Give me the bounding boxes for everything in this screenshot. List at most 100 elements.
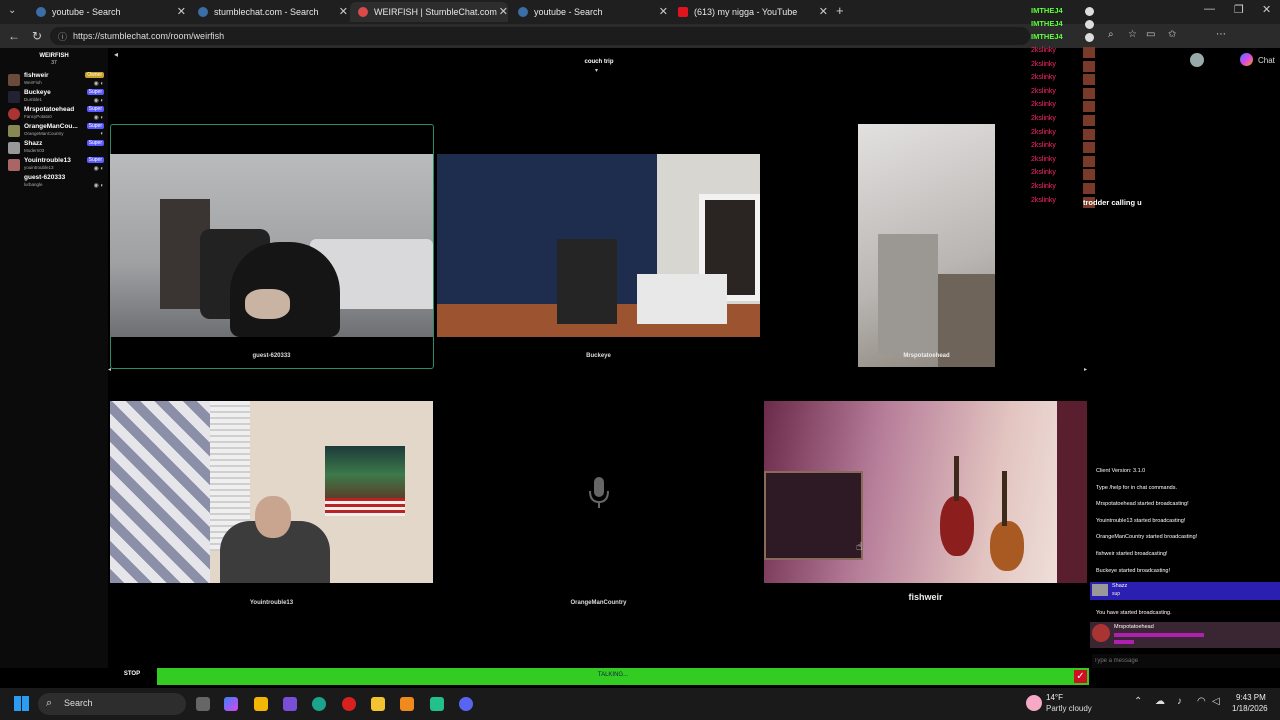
system-message: Mrspotatoehead started broadcasting! <box>1096 501 1189 507</box>
avatar <box>1083 101 1095 113</box>
site-info-icon[interactable]: ⓘ <box>58 30 67 43</box>
user-list-item[interactable]: Buckeye Dumble1 Super ◉ ◐ <box>6 89 106 106</box>
talking-bar[interactable]: TALKING... ✓ <box>157 668 1089 685</box>
maximize-icon[interactable]: ❐ <box>1234 3 1244 16</box>
avatar <box>1083 60 1095 72</box>
weather-icon <box>1026 695 1042 711</box>
user-list-item[interactable]: Mrspotatoehead FancyPotato0 Super ◉ ◐ <box>6 106 106 123</box>
cam-label: Buckeye <box>586 353 611 359</box>
checkbox-icon[interactable]: ✓ <box>1074 670 1087 683</box>
url-field[interactable]: ⓘ https://stumblechat.com/room/weirfish <box>50 27 1030 45</box>
avatar <box>1085 33 1094 42</box>
user-name: fishweir <box>24 72 49 79</box>
app-icon[interactable] <box>283 697 297 711</box>
onedrive-icon[interactable]: ☁ <box>1155 696 1165 707</box>
overlay-pink-line: 2kslinky <box>1031 60 1056 68</box>
browser-tab[interactable]: youtube - Search ✕ <box>510 2 668 22</box>
avatar <box>1085 7 1094 16</box>
split-screen-icon[interactable]: ▭ <box>1146 29 1155 40</box>
avatar <box>8 159 20 171</box>
user-list-item[interactable]: Youintrouble13 youintrouble13 Super ◉ ◐ <box>6 157 106 174</box>
close-tab-icon[interactable]: ✕ <box>177 5 186 18</box>
profile-avatar[interactable] <box>1190 53 1204 67</box>
video-feed[interactable] <box>110 154 433 337</box>
topic-dropdown-icon[interactable]: ▾ <box>595 67 598 74</box>
favorites-bar-icon[interactable]: ✩ <box>1168 29 1176 40</box>
system-message: OrangeManCountry started broadcasting! <box>1096 534 1198 540</box>
back-icon[interactable]: ← <box>8 29 20 43</box>
browser-tab[interactable]: stumblechat.com - Search ✕ <box>190 2 348 22</box>
copilot-icon[interactable] <box>224 697 238 711</box>
overlay-pink-line: 2kslinky <box>1031 169 1056 177</box>
user-list-item[interactable]: fishweir WeirFish Owner ◉ ◐ <box>6 72 106 89</box>
avatar <box>1083 169 1095 181</box>
avatar <box>1083 47 1095 58</box>
weather-desc[interactable]: Partly cloudy <box>1046 704 1092 713</box>
favorite-icon[interactable]: ☆ <box>1128 29 1137 40</box>
more-options-icon[interactable]: ⋯ <box>1216 29 1226 40</box>
discord-icon[interactable] <box>459 697 473 711</box>
volume-icon[interactable]: ◁ <box>1212 696 1220 707</box>
prev-page-arrow-icon[interactable]: ◂ <box>108 366 111 373</box>
user-list-item[interactable]: OrangeManCou... OrangeManCountry Super ◐ <box>6 123 106 140</box>
browser-tab-active[interactable]: WEIRFISH | StumbleChat.com ✕ <box>350 2 508 22</box>
next-page-arrow-icon[interactable]: ▸ <box>1084 366 1087 373</box>
mic-icon[interactable]: ♪ <box>1177 696 1182 707</box>
message-text: sup <box>1112 591 1121 597</box>
user-list-item[interactable]: guest-620333 lurbangle ◉ ◐ <box>6 174 106 191</box>
task-view-icon[interactable] <box>196 697 210 711</box>
video-feed[interactable] <box>437 154 760 337</box>
chat-button[interactable]: Chat <box>1258 56 1275 65</box>
edge-icon[interactable] <box>312 697 326 711</box>
refresh-icon[interactable]: ↻ <box>32 29 42 43</box>
user-list-item[interactable]: Shazz Modern03 Super <box>6 140 106 157</box>
close-tab-icon[interactable]: ✕ <box>339 5 348 18</box>
tab-title: stumblechat.com - Search <box>214 7 319 17</box>
app-icon[interactable] <box>430 697 444 711</box>
app-icon[interactable] <box>342 697 356 711</box>
video-feed[interactable] <box>110 401 433 583</box>
zoom-icon[interactable]: ⌕ <box>1108 29 1114 40</box>
close-tab-icon[interactable]: ✕ <box>499 5 508 18</box>
weather-temp[interactable]: 14°F <box>1046 693 1063 702</box>
video-feed[interactable] <box>858 124 995 367</box>
copilot-icon[interactable] <box>1240 53 1253 66</box>
browser-tab[interactable]: (613) my nigga - YouTube ✕ <box>670 2 828 22</box>
close-tab-icon[interactable]: ✕ <box>819 5 828 18</box>
taskbar-search-label: Search <box>64 698 93 708</box>
user-nick: youintrouble13 <box>24 165 54 170</box>
store-icon[interactable] <box>254 697 268 711</box>
chat-message: Shazz sup <box>1090 582 1280 600</box>
video-feed[interactable] <box>764 401 1087 583</box>
minimize-icon[interactable]: — <box>1204 3 1215 15</box>
taskbar-search[interactable]: ⌕ Search <box>38 693 186 715</box>
collapse-arrow-icon[interactable]: ◂ <box>114 50 118 59</box>
cam-label: OrangeManCountry <box>570 600 627 606</box>
user-nick: Modern03 <box>24 148 45 153</box>
windows-start-icon[interactable] <box>14 696 29 711</box>
close-tab-icon[interactable]: ✕ <box>659 5 668 18</box>
clock-date[interactable]: 1/18/2026 <box>1232 704 1268 713</box>
avatar <box>1092 584 1108 596</box>
chat-input[interactable] <box>1092 654 1280 668</box>
avatar <box>8 108 20 120</box>
new-tab-icon[interactable]: + <box>836 3 844 18</box>
wifi-icon[interactable]: ◠ <box>1197 696 1206 707</box>
tray-chevron-icon[interactable]: ⌃ <box>1134 696 1142 707</box>
taskbar: ⌕ Search 14°F Partly cloudy ⌃ ☁ ♪ ◠ ◁ 9:… <box>0 688 1280 720</box>
system-message: Type /help for in chat commands. <box>1096 485 1178 491</box>
close-window-icon[interactable]: ✕ <box>1262 3 1271 16</box>
role-badge: Super <box>86 123 104 129</box>
system-message: You have started broadcasting. <box>1096 610 1172 616</box>
stop-button[interactable]: STOP <box>118 671 146 677</box>
tab-list-chevron-icon[interactable]: ⌄ <box>8 5 16 16</box>
message-text <box>1114 640 1134 644</box>
clock-time[interactable]: 9:43 PM <box>1236 693 1266 702</box>
browser-tab[interactable]: youtube - Search ✕ <box>28 2 186 22</box>
app-icon[interactable] <box>400 697 414 711</box>
cam-mic-icons: ◉ ◐ <box>93 81 104 87</box>
user-name: Buckeye <box>24 89 51 96</box>
youtube-icon <box>678 7 688 17</box>
file-explorer-icon[interactable] <box>371 697 385 711</box>
avatar <box>8 142 20 154</box>
